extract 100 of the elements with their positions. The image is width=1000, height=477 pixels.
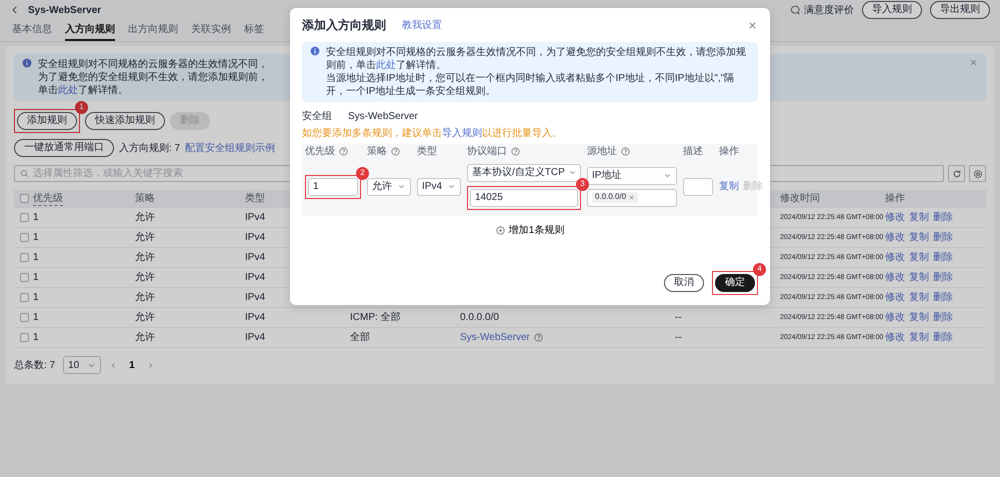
column-header: 源地址 (587, 145, 617, 158)
toolbar-button[interactable]: 快速添加规则 (85, 112, 165, 130)
table-cell: 允许 (135, 271, 155, 284)
toolbar-button[interactable]: 一键放通常用端口 (14, 139, 114, 157)
info-icon (310, 46, 320, 56)
checkbox[interactable] (20, 213, 29, 222)
action-link[interactable]: 修改 (885, 311, 905, 324)
header-button[interactable]: 导出规则 (930, 1, 990, 19)
column-header: 优先级 (33, 192, 63, 206)
feedback-link[interactable]: 满意度评价 (804, 4, 854, 16)
action-link[interactable]: 复制 (909, 211, 929, 224)
column-header: 操作 (719, 145, 739, 158)
add-icon (496, 226, 505, 235)
action-link[interactable]: 复制 (909, 311, 929, 324)
table-cell: 允许 (135, 311, 155, 324)
checkbox[interactable] (20, 273, 29, 282)
action-link[interactable]: 删除 (933, 271, 953, 284)
action-link[interactable]: 删除 (933, 211, 953, 224)
add-rule-button[interactable]: 增加1条规则 (496, 224, 564, 237)
details-link[interactable]: 此处 (58, 85, 78, 96)
close-icon[interactable] (747, 20, 758, 32)
action-link[interactable]: 删除 (933, 251, 953, 264)
action-link[interactable]: 复制 (909, 231, 929, 244)
checkbox[interactable] (20, 233, 29, 242)
table-cell: IPv4 (245, 291, 266, 304)
table-cell: ICMP: 全部 (350, 311, 401, 324)
example-link[interactable]: 配置安全组规则示例 (185, 142, 276, 154)
source-field[interactable]: 0.0.0.0/0 (587, 188, 677, 207)
action-link[interactable]: 复制 (909, 271, 929, 284)
action-link[interactable]: 删除 (933, 331, 953, 344)
table-cell: IPv4 (245, 331, 266, 344)
tab[interactable]: 出方向规则 (128, 20, 178, 41)
column-header: 操作 (885, 192, 905, 205)
close-icon[interactable] (969, 58, 978, 67)
action-link[interactable]: 复制 (909, 331, 929, 344)
help-link[interactable]: 教我设置 (402, 19, 442, 32)
action-link[interactable]: 修改 (885, 331, 905, 344)
hint-text: 如您要添加多条规则，建议单击导入规则以进行批量导入。 (302, 126, 563, 140)
tab[interactable]: 入方向规则 (65, 20, 115, 41)
action-link[interactable]: 修改 (885, 231, 905, 244)
total-count: 总条数: 7 (14, 358, 56, 372)
cancel-button[interactable]: 取消 (664, 274, 704, 292)
action-link[interactable]: 复制 (909, 251, 929, 264)
column-header: 协议端口 (467, 145, 507, 158)
table-cell: IPv4 (245, 231, 266, 244)
action-link[interactable]: 复制 (909, 291, 929, 304)
info-icon (22, 58, 32, 68)
checkbox[interactable] (20, 293, 29, 302)
step-marker: 4 (753, 263, 766, 276)
column-header: 类型 (417, 145, 437, 158)
table-cell: 允许 (135, 231, 155, 244)
action-link[interactable]: 删除 (933, 291, 953, 304)
table-cell: 允许 (135, 291, 155, 304)
protocol-dropdown[interactable]: 基本协议/自定义TCP (467, 164, 581, 182)
checkbox[interactable] (20, 333, 29, 342)
source-link[interactable]: Sys-WebServer (460, 331, 530, 344)
table-cell: 1 (33, 231, 39, 244)
action-link[interactable]: 修改 (885, 251, 905, 264)
column-header: 类型 (245, 192, 265, 205)
confirm-button[interactable]: 确定 (715, 274, 755, 292)
source-tag: 0.0.0.0/0 (592, 192, 638, 203)
table-cell: 0.0.0.0/0 (460, 311, 499, 324)
refresh-button[interactable] (948, 165, 965, 182)
column-header: 描述 (683, 145, 703, 158)
type-dropdown[interactable]: IPv4 (417, 178, 461, 196)
table-cell: 允许 (135, 211, 155, 224)
description-field[interactable] (683, 178, 713, 196)
settings-button[interactable] (969, 165, 986, 182)
action-dropdown[interactable]: 允许 (367, 178, 411, 196)
table-cell: IPv4 (245, 211, 266, 224)
field-label: 安全组 (302, 110, 332, 123)
action-link[interactable]: 修改 (885, 271, 905, 284)
step-marker: 1 (75, 101, 88, 114)
page-size-dropdown[interactable]: 10 (63, 356, 102, 374)
remove-icon[interactable] (628, 194, 636, 202)
page-button[interactable]: 1 (126, 358, 138, 372)
details-link[interactable]: 此处 (376, 60, 396, 71)
priority-field[interactable]: 1 (308, 178, 358, 196)
field-value: Sys-WebServer (348, 110, 418, 123)
tab[interactable]: 基本信息 (12, 20, 52, 41)
checkbox[interactable] (20, 253, 29, 262)
table-cell: -- (675, 331, 682, 344)
port-field[interactable]: 14025 (470, 188, 578, 207)
chat-icon[interactable] (790, 5, 800, 15)
dialog-title: 添加入方向规则 (302, 18, 386, 34)
action-link[interactable]: 复制 (719, 180, 739, 194)
action-link[interactable]: 修改 (885, 211, 905, 224)
tab[interactable]: 关联实例 (191, 20, 231, 41)
action-link[interactable]: 删除 (933, 231, 953, 244)
source-type-dropdown[interactable]: IP地址 (587, 166, 677, 185)
header-button[interactable]: 导入规则 (862, 1, 922, 19)
checkbox[interactable] (20, 313, 29, 322)
table-cell: 1 (33, 251, 39, 264)
checkbox[interactable] (20, 194, 29, 203)
action-link[interactable]: 修改 (885, 291, 905, 304)
details-link[interactable]: 导入规则 (442, 128, 482, 139)
settings-icon (972, 168, 982, 178)
action-link[interactable]: 删除 (933, 311, 953, 324)
toolbar-button[interactable]: 添加规则 (17, 112, 77, 130)
tab[interactable]: 标签 (244, 20, 264, 41)
